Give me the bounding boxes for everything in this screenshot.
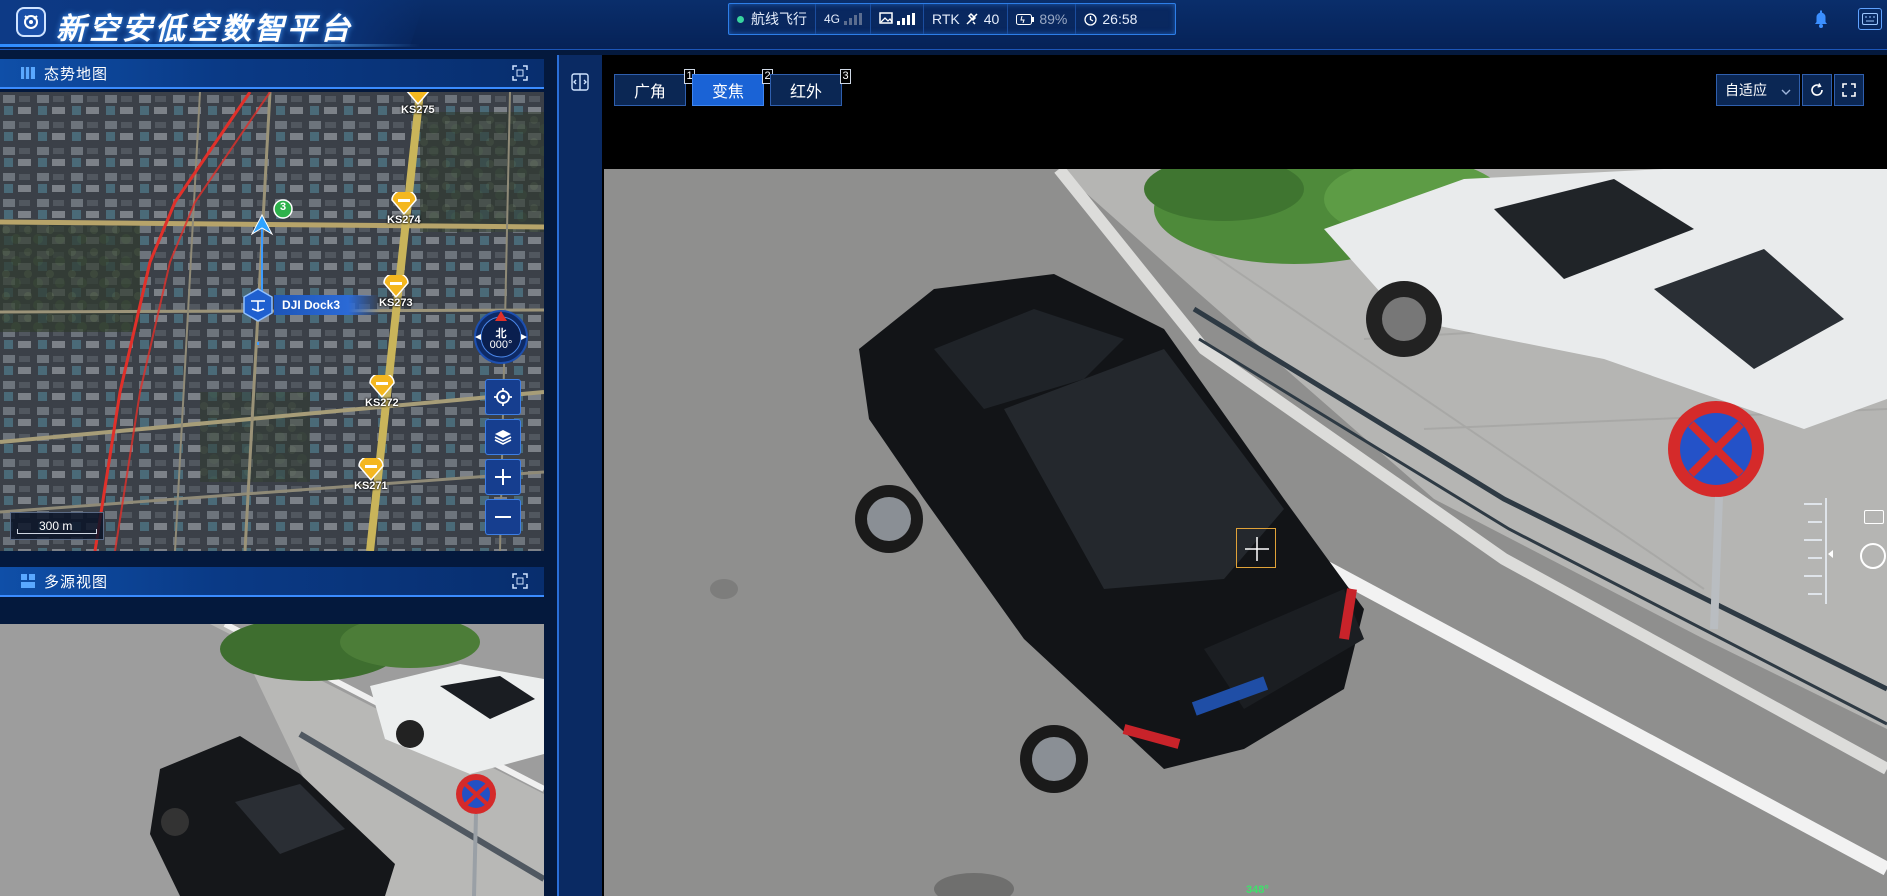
keyboard-icon[interactable] [1858, 8, 1882, 30]
multi-source-expand-icon[interactable] [512, 573, 528, 589]
map-expand-icon[interactable] [512, 65, 528, 81]
waypoint-pin[interactable]: KS275 [401, 92, 435, 116]
waypoint-label: KS273 [379, 297, 413, 309]
layers-button[interactable] [485, 419, 521, 455]
tab-infrared-hotkey: 3 [840, 69, 851, 84]
waypoint-label: KS274 [387, 214, 421, 226]
refresh-button[interactable] [1802, 74, 1832, 106]
status-dot-icon [737, 15, 744, 23]
multi-source-panel-header: 多源视图 [0, 567, 544, 597]
flight-status-bar: 航线飞行 4G RTK 40 89% 26:58 [728, 3, 1176, 35]
secondary-camera-image [0, 624, 544, 896]
app-title: 新空安低空数智平台 [56, 13, 353, 46]
clock-icon [1084, 12, 1098, 26]
net-label: 4G [824, 12, 841, 26]
waypoint-marker-icon [391, 192, 417, 216]
app-logo-icon [16, 7, 46, 37]
waypoint-label: KS271 [354, 480, 388, 492]
map-panel-header: 态势地图 [0, 59, 544, 89]
scale-line [17, 529, 97, 534]
rtk-label: RTK [932, 11, 960, 27]
fit-mode-value: 自适应 [1725, 82, 1767, 98]
zoom-in-button[interactable] [485, 459, 521, 495]
camera-tabs: 广角 1 变焦 2 红外 3 [614, 69, 851, 106]
flight-mode-status: 航线飞行 [729, 4, 816, 34]
gimbal-scale-icon [1800, 494, 1834, 608]
compass-widget[interactable]: 北 000° [473, 309, 529, 365]
compass-degrees: 000° [489, 339, 513, 351]
waypoint-pin[interactable]: KS272 [365, 375, 399, 409]
waypoint-marker-icon [369, 375, 395, 399]
dock-marker[interactable]: DJI Dock3 [240, 287, 381, 323]
waypoint-pin[interactable]: KS274 [387, 192, 421, 226]
tab-zoom-label: 变焦 [711, 84, 744, 101]
battery-icon [1016, 13, 1035, 25]
battery-status: 89% [1008, 4, 1077, 34]
time-text: 26:58 [1102, 11, 1138, 27]
osd-camera-icon[interactable] [1864, 510, 1884, 524]
zoom-out-button[interactable] [485, 499, 521, 535]
map-panel-title: 态势地图 [44, 65, 109, 83]
tab-wide[interactable]: 广角 1 [614, 69, 695, 106]
dock-label: DJI Dock3 [274, 295, 381, 315]
top-bar: 新空安低空数智平台 航线飞行 4G RTK 40 89% 26:58 [0, 0, 1887, 50]
fit-mode-select[interactable]: 自适应 [1716, 74, 1800, 106]
tab-infrared-label: 红外 [789, 84, 822, 101]
waypoint-marker-icon [358, 458, 384, 482]
image-link-status [871, 4, 925, 34]
waypoint-label: KS275 [401, 104, 435, 116]
link-signal-icon [897, 13, 916, 25]
locate-button[interactable] [485, 379, 521, 415]
dock-icon [243, 288, 273, 322]
osd-dial-icon[interactable] [1860, 543, 1886, 569]
image-link-icon [879, 11, 893, 27]
chevron-down-icon [1781, 82, 1791, 98]
locate-icon [494, 388, 512, 406]
video-controls: 自适应 [1716, 74, 1864, 106]
minus-icon [495, 516, 511, 518]
heading-readout: 348° [1246, 884, 1269, 896]
rtk-status: RTK 40 [924, 4, 1009, 34]
satellite-icon [965, 12, 979, 26]
refresh-icon [1811, 83, 1823, 96]
fullscreen-icon [1842, 83, 1856, 97]
notification-bell-icon[interactable] [1810, 8, 1832, 30]
network-status: 4G [816, 4, 872, 34]
panel-collapse-icon[interactable] [571, 73, 589, 91]
plus-icon [495, 469, 511, 485]
right-sidebar [557, 55, 602, 896]
multi-source-icon [20, 573, 36, 589]
network-signal-icon [844, 13, 863, 25]
fullscreen-button[interactable] [1834, 74, 1864, 106]
tab-wide-label: 广角 [633, 84, 666, 101]
layers-icon [494, 430, 512, 445]
battery-text: 89% [1039, 11, 1068, 27]
time-status: 26:58 [1076, 4, 1145, 34]
waypoint-pin[interactable]: KS273 [379, 275, 413, 309]
crosshair-icon [1236, 528, 1276, 568]
waypoint-label: KS272 [365, 397, 399, 409]
multi-source-video[interactable] [0, 624, 544, 896]
map-scale-bar: 300 m [10, 512, 104, 540]
drone-badge: 3 [279, 201, 287, 213]
flight-mode-text: 航线飞行 [751, 11, 807, 27]
rtk-sats: 40 [983, 11, 1000, 27]
app-root: 新空安低空数智平台 航线飞行 4G RTK 40 89% 26:58 态势地图 [0, 0, 1887, 896]
tab-infrared[interactable]: 红外 3 [770, 69, 851, 106]
waypoint-pin[interactable]: KS271 [354, 458, 388, 492]
waypoint-marker-icon [383, 275, 409, 299]
tab-zoom[interactable]: 变焦 2 [692, 69, 773, 106]
map-toolbar: 北 000° [473, 309, 533, 539]
map-icon [20, 65, 36, 81]
multi-source-panel-title: 多源视图 [44, 573, 109, 591]
situation-map[interactable]: 3 KS275 KS274 KS273 KS272 KS271 DJI Dock… [0, 92, 544, 551]
